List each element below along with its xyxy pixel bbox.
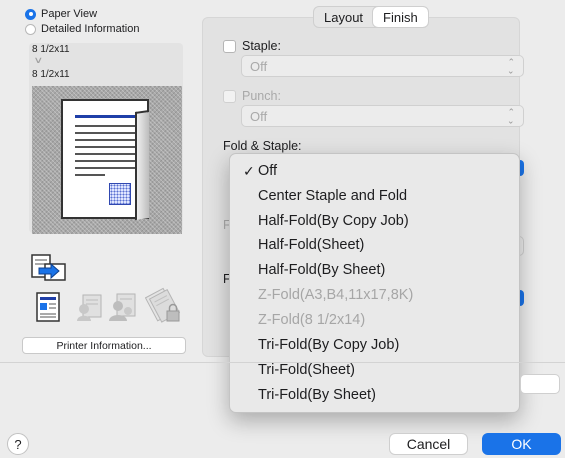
detailed-information-radio[interactable]: Detailed Information — [25, 23, 139, 35]
staple-checkbox-row[interactable]: Staple: — [223, 39, 281, 53]
menu-item-tri-fold-by-sheet[interactable]: Tri-Fold(By Sheet) — [230, 383, 519, 407]
punch-checkbox-row: Punch: — [223, 89, 281, 103]
covered-text-field-edge[interactable] — [520, 374, 560, 394]
divider — [0, 362, 565, 363]
paper-view-radio[interactable]: Paper View — [25, 8, 97, 20]
menu-item-tri-fold-copy-job[interactable]: Tri-Fold(By Copy Job) — [230, 333, 519, 357]
secure-print-icon — [77, 294, 102, 321]
menu-item-half-fold-by-sheet[interactable]: Half-Fold(By Sheet) — [230, 258, 519, 282]
menu-item-z-fold-legal: Z-Fold(8 1/2x14) — [258, 312, 366, 328]
punch-value: Off — [250, 108, 268, 124]
punch-label: Punch: — [242, 89, 281, 103]
ok-button[interactable]: OK — [482, 433, 561, 455]
original-paper-size: 8 1/2x11 — [32, 44, 70, 55]
paper-view-label: Paper View — [41, 8, 98, 20]
staple-label: Staple: — [242, 39, 281, 53]
document-icon — [36, 292, 60, 322]
menu-item-half-fold-sheet[interactable]: Half-Fold(Sheet) — [230, 233, 519, 257]
tab-bar: Layout Finish — [313, 6, 429, 28]
menu-item-center-staple-fold[interactable]: Center Staple and Fold — [230, 184, 519, 208]
page-curl-icon — [135, 110, 149, 220]
checkmark-icon: ✓ — [243, 162, 255, 179]
updown-chevron-icon: ⌃ ⌃ — [507, 57, 515, 76]
detailed-information-label: Detailed Information — [41, 23, 140, 35]
punch-select: Off ⌃ ⌃ — [241, 105, 524, 127]
print-preview — [32, 86, 182, 234]
preview-sheet — [61, 99, 149, 220]
output-device-icon — [31, 254, 66, 281]
updown-chevron-icon: ⌃ ⌃ — [507, 107, 515, 126]
preview-image-block — [109, 183, 131, 205]
radio-selected-icon — [25, 8, 36, 20]
printer-information-button[interactable]: Printer Information... — [22, 337, 186, 354]
tab-layout[interactable]: Layout — [314, 7, 373, 27]
help-button[interactable]: ? — [7, 433, 29, 455]
fold-staple-dropdown-menu: ✓ Off Center Staple and Fold Half-Fold(B… — [229, 153, 520, 413]
fold-staple-label: Fold & Staple: — [223, 139, 302, 153]
menu-item-half-fold-copy-job[interactable]: Half-Fold(By Copy Job) — [230, 209, 519, 233]
staple-select[interactable]: Off ⌃ ⌃ — [241, 55, 524, 77]
chevron-down-icon: ∨ — [33, 55, 44, 65]
menu-item-off[interactable]: ✓ Off — [230, 159, 519, 183]
cancel-button[interactable]: Cancel — [389, 433, 468, 455]
menu-item-z-fold-a3: Z-Fold(A3,B4,11x17,8K) — [258, 287, 414, 303]
user-authentication-icon — [109, 293, 136, 321]
staple-checkbox[interactable] — [223, 39, 236, 53]
staple-value: Off — [250, 58, 268, 74]
tab-finish[interactable]: Finish — [373, 7, 428, 27]
punch-checkbox — [223, 89, 236, 103]
output-paper-size: 8 1/2x11 — [32, 69, 70, 80]
radio-unselected-icon — [25, 23, 36, 35]
locked-job-icon — [145, 287, 181, 323]
